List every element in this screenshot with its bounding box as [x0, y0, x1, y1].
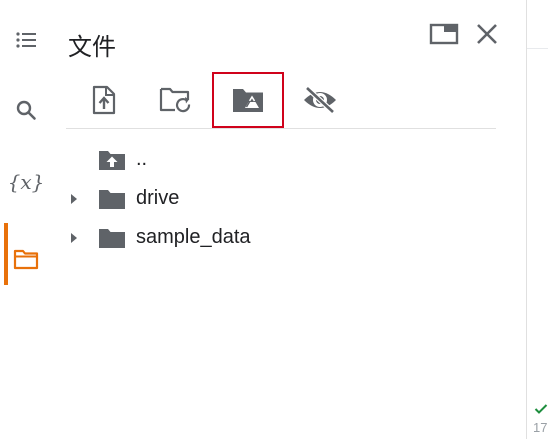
refresh-button[interactable] [140, 72, 212, 128]
open-in-tab-button[interactable] [428, 18, 460, 50]
files-button[interactable] [0, 223, 52, 285]
expand-caret-icon[interactable] [68, 193, 80, 205]
mount-drive-button[interactable] [212, 72, 284, 128]
panel-title: 文件 [68, 33, 116, 61]
tree-item-parent[interactable]: .. [52, 140, 526, 179]
files-toolbar [66, 72, 496, 128]
search-button[interactable] [0, 84, 52, 136]
list-icon [16, 32, 36, 48]
hide-hidden-files-icon [304, 86, 336, 114]
search-icon [16, 100, 36, 120]
variables-button[interactable]: {x} [0, 156, 52, 208]
mount-drive-icon [233, 89, 263, 112]
tree-item-label: drive [136, 187, 180, 209]
tree-item-label: .. [136, 148, 148, 170]
files-panel: 文件 .. drive sample_data [52, 0, 526, 439]
toolbar-divider [66, 128, 496, 129]
folder-icon [98, 187, 126, 211]
window-icon [429, 23, 459, 45]
variables-icon: {x} [7, 170, 45, 194]
panel-resize-border[interactable] [526, 0, 527, 439]
upload-file-icon [92, 85, 116, 115]
activity-rail: {x} [0, 0, 52, 439]
folder-icon [98, 226, 126, 250]
execution-count: 17 [533, 420, 548, 435]
tree-item-label: sample_data [136, 226, 251, 248]
toggle-hidden-files-button[interactable] [284, 72, 356, 128]
tree-item-drive[interactable]: drive [52, 179, 526, 218]
upload-button[interactable] [68, 72, 140, 128]
file-tree: .. drive sample_data [52, 140, 526, 257]
notebook-divider [527, 48, 548, 49]
expand-caret-icon[interactable] [68, 232, 80, 244]
tree-item-sample-data[interactable]: sample_data [52, 218, 526, 257]
parent-folder-icon [98, 148, 126, 172]
refresh-folder-icon [159, 87, 191, 113]
close-panel-button[interactable] [471, 18, 503, 50]
close-icon [477, 24, 497, 44]
colab-app: {x} 文件 .. drive sample_data 17 [0, 0, 548, 439]
table-of-contents-button[interactable] [0, 14, 52, 66]
folder-outline-icon [13, 249, 39, 270]
check-icon [534, 404, 548, 414]
